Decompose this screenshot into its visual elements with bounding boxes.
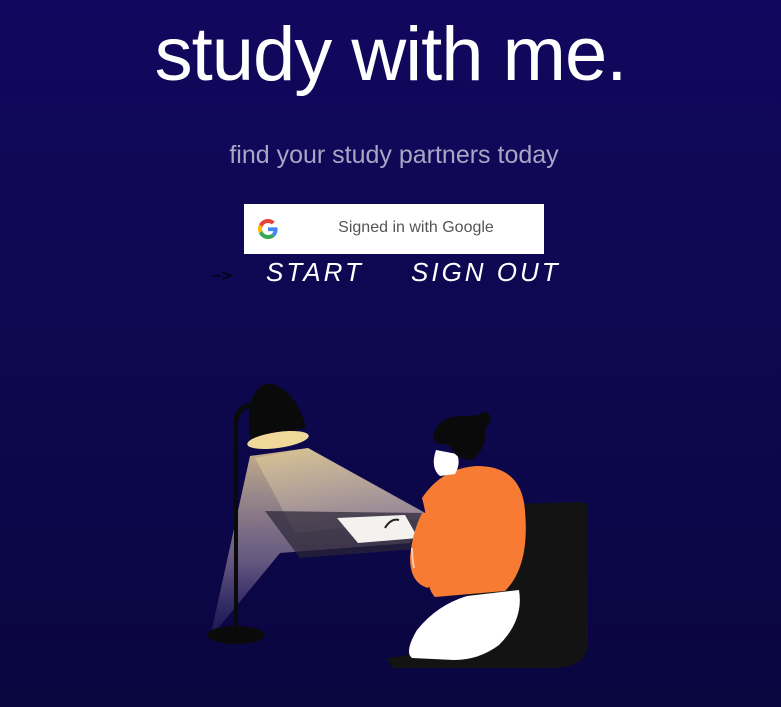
- sign-out-button[interactable]: SIGN OUT: [411, 256, 561, 288]
- study-illustration: [207, 383, 588, 668]
- page-title: study with me.: [154, 12, 628, 97]
- person: [408, 411, 526, 660]
- start-button[interactable]: START: [266, 256, 364, 288]
- page-subtitle: find your study partners today: [229, 141, 559, 169]
- google-signin-label: Signed in with Google: [338, 219, 494, 236]
- google-g-icon: [258, 219, 278, 239]
- arrow-icon: -->: [211, 268, 233, 284]
- google-signin-button[interactable]: Signed in with Google: [244, 204, 544, 254]
